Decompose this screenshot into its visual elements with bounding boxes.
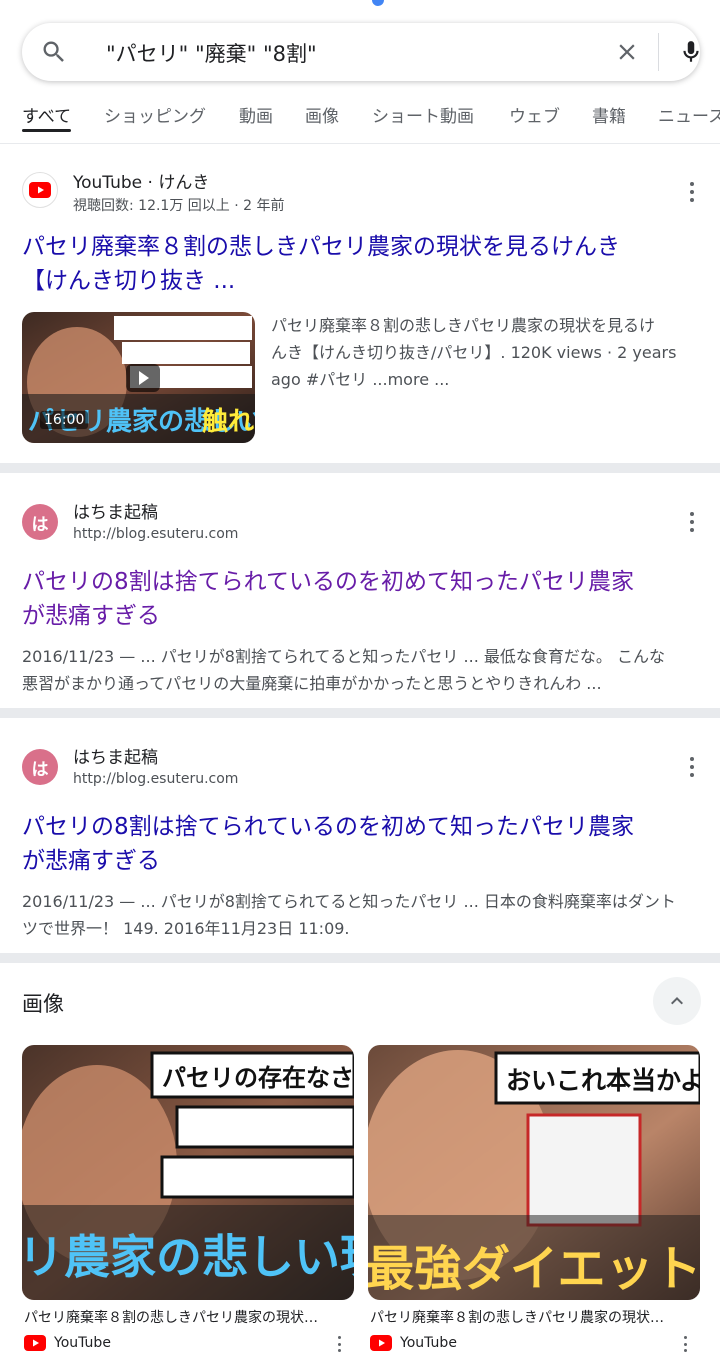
tab-images[interactable]: 画像	[305, 102, 339, 127]
section-divider	[0, 463, 720, 473]
search-tabs: すべて ショッピング 動画 画像 ショート動画 ウェブ 書籍 ニュース	[0, 96, 720, 144]
image-caption[interactable]: パセリ廃棄率８割の悲しきパセリ農家の現状…	[24, 1307, 346, 1327]
more-options-icon[interactable]	[680, 1334, 690, 1354]
result-site-name[interactable]: はちま起稿	[73, 743, 158, 768]
image-result-card[interactable]: パセリの存在なさすぎるだろ リ農家の悲しい現状に触 パセリ廃棄率８割の悲しきパセ…	[22, 1045, 354, 1352]
images-section-heading: 画像	[22, 992, 64, 1016]
site-favicon: は	[22, 504, 58, 540]
more-options-icon[interactable]	[682, 180, 702, 204]
search-divider	[658, 33, 659, 71]
more-options-icon[interactable]	[682, 755, 702, 779]
youtube-logo-icon	[370, 1335, 392, 1351]
youtube-logo-icon	[24, 1335, 46, 1351]
search-bar[interactable]: "パセリ" "廃棄" "8割"	[22, 23, 700, 81]
search-input[interactable]: "パセリ" "廃棄" "8割"	[106, 38, 317, 68]
svg-text:触れる: 触れる	[202, 407, 255, 437]
result-snippet: 2016/11/23 — ... パセリが8割捨てられてると知ったパセリ ...…	[22, 892, 676, 938]
video-thumbnail[interactable]: パセリ農家の悲しい現状に 触れる 16:00	[22, 312, 255, 443]
result-snippet: 2016/11/23 — ... パセリが8割捨てられてると知ったパセリ ...…	[22, 647, 665, 693]
tab-news[interactable]: ニュース	[658, 102, 720, 127]
image-overlay-text: リ農家の悲しい現状に触	[22, 1230, 354, 1284]
image-overlay-text: おいこれ本当かよw	[506, 1066, 700, 1095]
result-snippet: パセリ廃棄率８割の悲しきパセリ農家の現状を見るけ んき【けんき切り抜き/パセリ】…	[271, 316, 677, 389]
result-title[interactable]: パセリの8割は捨てられているのを初めて知ったパセリ農家 が悲痛すぎる	[22, 810, 702, 878]
youtube-logo-icon	[29, 182, 51, 198]
result-url[interactable]: http://blog.esuteru.com	[73, 771, 238, 787]
top-indicator-dot	[372, 0, 384, 6]
image-result-card[interactable]: おいこれ本当かよw 最強ダイエット食 パセリ廃棄率８割の悲しきパセリ農家の現状……	[368, 1045, 700, 1352]
tab-short-videos[interactable]: ショート動画	[372, 102, 474, 127]
tab-all[interactable]: すべて	[22, 102, 71, 127]
result-site-name[interactable]: はちま起稿	[73, 498, 158, 523]
image-source[interactable]: YouTube	[24, 1335, 111, 1351]
collapse-button[interactable]	[653, 977, 701, 1025]
youtube-favicon	[22, 172, 58, 208]
result-url[interactable]: http://blog.esuteru.com	[73, 526, 238, 542]
image-caption[interactable]: パセリ廃棄率８割の悲しきパセリ農家の現状…	[370, 1307, 692, 1327]
search-icon[interactable]	[40, 38, 68, 66]
image-result-thumbnail[interactable]: おいこれ本当かよw 最強ダイエット食	[368, 1045, 700, 1300]
result-title[interactable]: パセリの8割は捨てられているのを初めて知ったパセリ農家 が悲痛すぎる	[22, 565, 702, 633]
more-options-icon[interactable]	[334, 1334, 344, 1354]
section-divider	[0, 953, 720, 963]
chevron-up-icon	[671, 997, 683, 1005]
microphone-icon[interactable]	[678, 37, 704, 67]
image-overlay-text: 最強ダイエット食	[368, 1241, 700, 1297]
result-meta: 視聴回数: 12.1万 回以上 · 2 年前	[73, 198, 285, 214]
tab-shopping[interactable]: ショッピング	[104, 102, 206, 127]
result-site-name[interactable]: YouTube · けんき	[73, 168, 209, 193]
tab-web[interactable]: ウェブ	[509, 102, 560, 127]
tab-videos[interactable]: 動画	[239, 102, 273, 127]
clear-icon[interactable]	[614, 39, 640, 65]
image-source-name: YouTube	[54, 1335, 111, 1351]
result-title[interactable]: パセリ廃棄率８割の悲しきパセリ農家の現状を見るけんき 【けんき切り抜き ...	[22, 230, 702, 298]
image-result-picture: おいこれ本当かよw 最強ダイエット食	[368, 1045, 700, 1300]
image-source[interactable]: YouTube	[370, 1335, 457, 1351]
image-overlay-text: パセリの存在なさすぎるだろ	[162, 1064, 354, 1092]
image-result-thumbnail[interactable]: パセリの存在なさすぎるだろ リ農家の悲しい現状に触	[22, 1045, 354, 1300]
video-duration: 16:00	[40, 411, 89, 429]
tab-books[interactable]: 書籍	[592, 102, 626, 127]
more-options-icon[interactable]	[682, 510, 702, 534]
image-result-picture: パセリの存在なさすぎるだろ リ農家の悲しい現状に触	[22, 1045, 354, 1300]
play-icon[interactable]	[126, 364, 160, 392]
site-favicon: は	[22, 749, 58, 785]
image-source-name: YouTube	[400, 1335, 457, 1351]
section-divider	[0, 708, 720, 718]
active-tab-indicator	[22, 129, 71, 132]
